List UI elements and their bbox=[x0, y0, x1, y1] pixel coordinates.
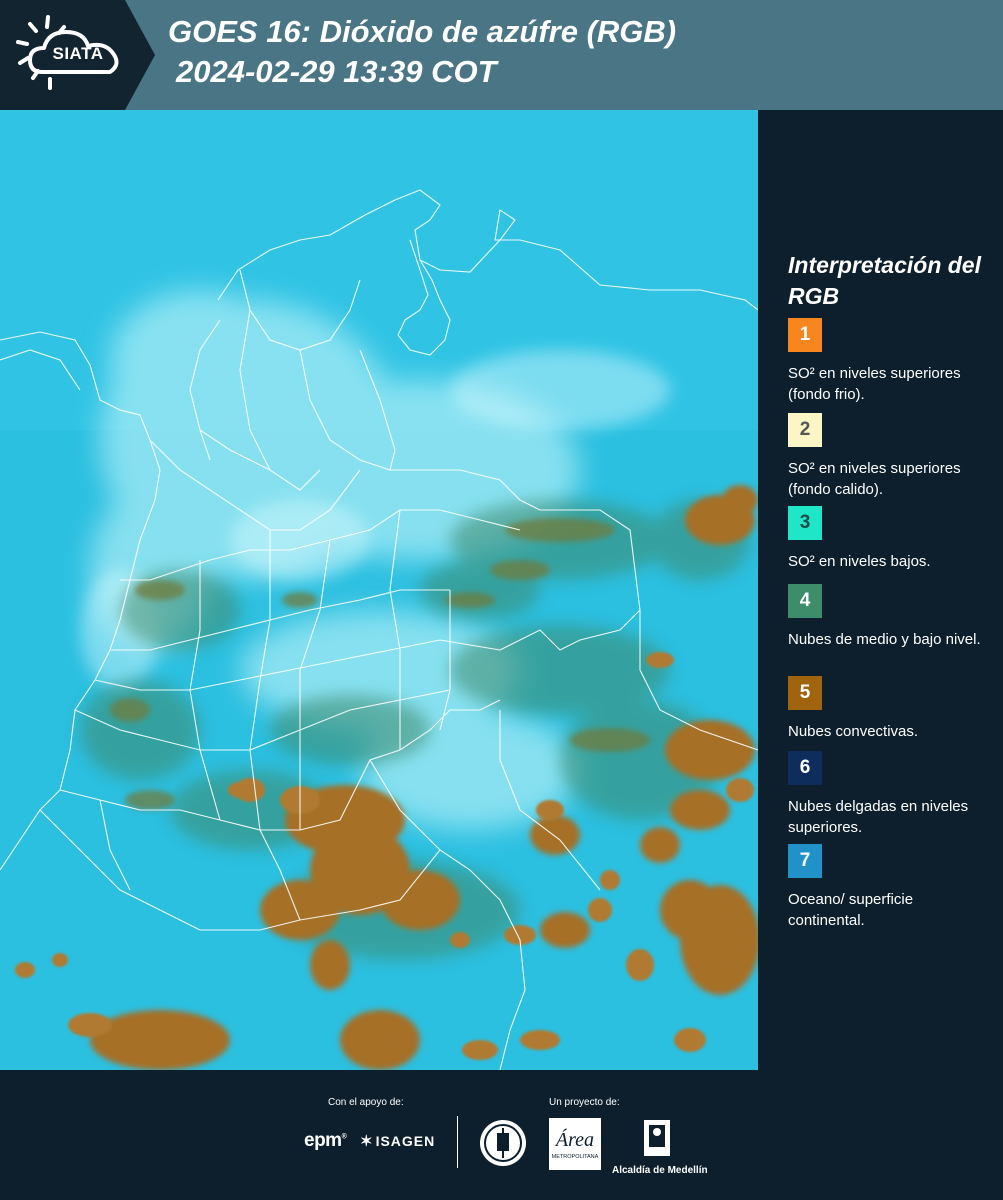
alcaldia-shield-icon bbox=[644, 1120, 670, 1156]
legend-label: Nubes convectivas. bbox=[788, 723, 919, 740]
legend-swatch: 7 bbox=[788, 844, 822, 878]
isagen-logo: ✶ ISAGEN bbox=[360, 1132, 435, 1150]
alcaldia-text: Alcaldía de Medellín bbox=[612, 1165, 708, 1176]
legend-label: Nubes delgadas en niveles superiores. bbox=[788, 798, 969, 836]
legend-swatch: 4 bbox=[788, 584, 822, 618]
legend-swatch: 2 bbox=[788, 413, 822, 447]
satellite-image bbox=[0, 110, 758, 1070]
isagen-logo-text: ISAGEN bbox=[375, 1133, 436, 1149]
legend-item: 3 SO² en niveles bajos. bbox=[788, 506, 988, 572]
legend-item: 5 Nubes convectivas. bbox=[788, 676, 988, 742]
legend-panel: Interpretación del RGB 1 SO² en niveles s… bbox=[758, 110, 1003, 1070]
legend-label: SO² en niveles superiores (fondo calido)… bbox=[788, 460, 961, 498]
project-label: Un proyecto de: bbox=[549, 1097, 620, 1108]
isagen-star-icon: ✶ bbox=[360, 1133, 374, 1150]
legend-swatch: 6 bbox=[788, 751, 822, 785]
legend-item: 2 SO² en niveles superiores (fondo calido… bbox=[788, 413, 988, 500]
area-metropolitana-logo: Área METROPOLITANA bbox=[549, 1118, 601, 1175]
logo-label: SIATA bbox=[52, 44, 104, 63]
area-metropolitana-icon: Área METROPOLITANA bbox=[549, 1118, 601, 1170]
support-label: Con el apoyo de: bbox=[328, 1097, 404, 1108]
epm-logo: epm® bbox=[304, 1130, 347, 1151]
satellite-map bbox=[0, 110, 758, 1070]
epm-logo-text: epm bbox=[304, 1130, 342, 1151]
page-timestamp: 2024-02-29 13:39 COT bbox=[176, 54, 497, 89]
area-logo-text: Área bbox=[554, 1128, 594, 1151]
legend-swatch: 1 bbox=[788, 318, 822, 352]
legend-item: 6 Nubes delgadas en niveles superiores. bbox=[788, 751, 988, 838]
legend-item: 7 Oceano/ superficie continental. bbox=[788, 844, 988, 931]
legend-label: SO² en niveles bajos. bbox=[788, 553, 931, 570]
siata-logo: SIATA bbox=[0, 0, 155, 110]
legend-swatch: 5 bbox=[788, 676, 822, 710]
area-logo-subtext: METROPOLITANA bbox=[552, 1154, 599, 1160]
legend-swatch: 3 bbox=[788, 506, 822, 540]
page-title: GOES 16: Dióxido de azúfre (RGB) bbox=[168, 14, 677, 49]
legend-title: Interpretación del RGB bbox=[788, 252, 981, 309]
footer-bar: Con el apoyo de: epm® ✶ ISAGEN Un proyect… bbox=[0, 1070, 1003, 1200]
legend-label: Oceano/ superficie continental. bbox=[788, 891, 914, 929]
legend-label: Nubes de medio y bajo nivel. bbox=[788, 631, 981, 648]
legend-item: 4 Nubes de medio y bajo nivel. bbox=[788, 584, 988, 650]
medellin-seal-icon bbox=[480, 1120, 526, 1166]
legend-label: SO² en niveles superiores (fondo frio). bbox=[788, 365, 961, 403]
legend-item: 1 SO² en niveles superiores (fondo frio). bbox=[788, 318, 988, 405]
alcaldia-logo: Alcaldía de Medellín bbox=[612, 1118, 708, 1176]
header-bar: SIATA GOES 16: Dióxido de azúfre (RGB) 2… bbox=[0, 0, 1003, 110]
footer-divider bbox=[457, 1116, 458, 1168]
